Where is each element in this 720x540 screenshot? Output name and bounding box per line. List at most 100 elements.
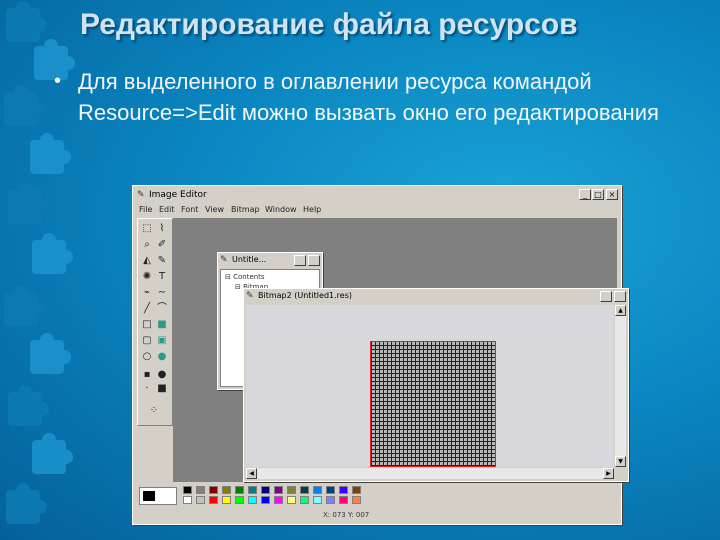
puzzle-piece-icon — [30, 333, 71, 374]
color-swatch[interactable] — [261, 496, 270, 504]
color-swatch[interactable] — [222, 496, 231, 504]
bitmap-icon: ✎ — [246, 291, 254, 301]
scroll-left-icon[interactable]: ◀ — [246, 468, 257, 479]
fill-tool-icon[interactable]: ◭ — [141, 255, 153, 267]
menu-help[interactable]: Help — [303, 205, 321, 214]
text-tool-icon[interactable]: T — [156, 271, 168, 283]
color-swatch[interactable] — [287, 496, 296, 504]
color-swatch[interactable] — [352, 486, 361, 494]
menu-view[interactable]: View — [205, 205, 224, 214]
color-swatch[interactable] — [196, 496, 205, 504]
brush-size-icon[interactable]: ▪ — [141, 369, 153, 381]
menu-edit[interactable]: Edit — [159, 205, 175, 214]
tool-palette: ⬚ ⌇ ⌕ ✐ ◭ ✎ ✺ T ⌁ ∼ ╱ ⌒ □ ■ ▢ ▣ ○ ● ▪ ● … — [137, 218, 173, 426]
minimize-button[interactable]: _ — [579, 189, 591, 200]
brush-shape-icon[interactable]: ● — [156, 369, 168, 381]
color-swatch[interactable] — [287, 486, 296, 494]
color-swatch[interactable] — [339, 496, 348, 504]
puzzle-piece-icon — [4, 285, 45, 326]
airbrush-tool-icon[interactable]: ✺ — [141, 271, 153, 283]
ellipse-tool-icon[interactable]: ○ — [141, 351, 153, 363]
puzzle-piece-icon — [8, 183, 49, 224]
maximize-button[interactable]: □ — [592, 189, 604, 200]
tree-minimize-button[interactable] — [294, 255, 306, 266]
brush-square-icon[interactable]: ■ — [156, 383, 168, 395]
foreground-color — [143, 491, 155, 501]
eyedropper-tool-icon[interactable]: ✐ — [156, 239, 168, 251]
puzzle-piece-icon — [32, 433, 73, 474]
menu-window[interactable]: Window — [265, 205, 297, 214]
color-swatch[interactable] — [300, 496, 309, 504]
color-swatch[interactable] — [222, 486, 231, 494]
color-swatch[interactable] — [339, 486, 348, 494]
lasso-tool-icon[interactable]: ⌇ — [156, 223, 168, 235]
tree-maximize-button[interactable] — [308, 255, 320, 266]
window-titlebar[interactable]: ✎ Image Editor _ □ × — [135, 188, 619, 202]
menu-font[interactable]: Font — [181, 205, 198, 214]
scroll-up-icon[interactable]: ▲ — [615, 305, 626, 316]
color-swatch[interactable] — [313, 486, 322, 494]
pattern-icon[interactable]: ⁘ — [148, 405, 160, 417]
color-swatch[interactable] — [248, 496, 257, 504]
pen-tool-icon[interactable]: ✎ — [156, 255, 168, 267]
curve-tool-icon[interactable]: ∼ — [156, 287, 168, 299]
vertical-scrollbar[interactable]: ▲ ▼ — [615, 305, 626, 467]
slide-title: Редактирование файла ресурсов — [80, 8, 578, 41]
puzzle-piece-icon — [32, 233, 73, 274]
color-swatch[interactable] — [235, 496, 244, 504]
puzzle-piece-icon — [30, 133, 71, 174]
close-button[interactable]: × — [606, 189, 618, 200]
color-swatch[interactable] — [352, 496, 361, 504]
color-palette — [137, 484, 617, 506]
menu-bar: File Edit Font View Bitmap Window Help — [137, 204, 617, 216]
color-swatch[interactable] — [326, 496, 335, 504]
color-swatch[interactable] — [209, 486, 218, 494]
puzzle-piece-icon — [6, 483, 47, 524]
color-swatch[interactable] — [235, 486, 244, 494]
color-swatch[interactable] — [248, 486, 257, 494]
color-swatch[interactable] — [183, 496, 192, 504]
menu-bitmap[interactable]: Bitmap — [231, 205, 260, 214]
image-editor-window: ✎ Image Editor _ □ × File Edit Font View… — [132, 185, 629, 525]
bitmap-maximize-button[interactable] — [614, 291, 626, 302]
menu-file[interactable]: File — [139, 205, 152, 214]
color-swatch[interactable] — [274, 496, 283, 504]
color-swatch[interactable] — [300, 486, 309, 494]
bitmap-canvas-area — [246, 305, 614, 467]
curve-line-tool-icon[interactable]: ⌒ — [156, 303, 168, 315]
puzzle-piece-icon — [8, 385, 49, 426]
window-title: Image Editor — [149, 190, 207, 200]
puzzle-piece-icon — [4, 85, 45, 126]
app-icon: ✎ — [137, 190, 145, 200]
puzzle-piece-icon — [6, 1, 47, 42]
color-swatch[interactable] — [183, 486, 192, 494]
document-icon: ✎ — [220, 255, 228, 265]
filled-rounded-rect-tool-icon[interactable]: ▣ — [156, 335, 168, 347]
zoom-tool-icon[interactable]: ⌕ — [141, 239, 153, 251]
filled-ellipse-tool-icon[interactable]: ● — [156, 351, 168, 363]
line-tool-icon[interactable]: ╱ — [141, 303, 153, 315]
bitmap-minimize-button[interactable] — [600, 291, 612, 302]
horizontal-scrollbar[interactable]: ◀ ▶ — [246, 468, 614, 479]
color-swatch[interactable] — [274, 486, 283, 494]
rectangle-tool-icon[interactable]: □ — [141, 319, 153, 331]
bitmap-image[interactable] — [370, 341, 496, 467]
scroll-down-icon[interactable]: ▼ — [615, 456, 626, 467]
bitmap-editor-window: ✎ Bitmap2 (Untitled1.res) ▲ ▼ ◀ ▶ — [243, 288, 629, 482]
brush-dot-icon[interactable]: · — [141, 383, 153, 395]
color-swatch[interactable] — [326, 486, 335, 494]
bitmap-window-title: Bitmap2 (Untitled1.res) — [258, 291, 352, 300]
rounded-rect-tool-icon[interactable]: ▢ — [141, 335, 153, 347]
bullet-text: Для выделенного в оглавлении ресурса ком… — [78, 69, 659, 125]
color-swatch[interactable] — [196, 486, 205, 494]
current-color-indicator — [139, 487, 177, 505]
color-swatch[interactable] — [209, 496, 218, 504]
filled-rectangle-tool-icon[interactable]: ■ — [156, 319, 168, 331]
select-tool-icon[interactable]: ⬚ — [141, 223, 153, 235]
color-swatch[interactable] — [313, 496, 322, 504]
puzzle-decoration — [0, 0, 78, 540]
tree-node-contents[interactable]: ⊟ Contents — [225, 273, 265, 281]
brush-tool-icon[interactable]: ⌁ — [141, 287, 153, 299]
scroll-right-icon[interactable]: ▶ — [603, 468, 614, 479]
color-swatch[interactable] — [261, 486, 270, 494]
